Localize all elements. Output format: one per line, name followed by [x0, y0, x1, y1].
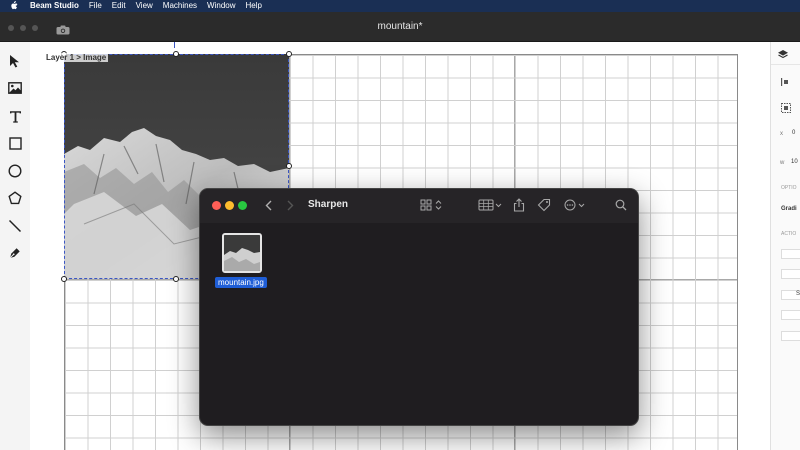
action-button-3[interactable]: S	[781, 290, 800, 300]
menu-machines[interactable]: Machines	[163, 0, 197, 12]
resize-handle-bottom[interactable]	[173, 276, 179, 282]
pen-icon[interactable]	[6, 244, 24, 262]
ellipse-icon[interactable]	[6, 162, 24, 180]
line-icon[interactable]	[6, 217, 24, 235]
menu-app-name[interactable]: Beam Studio	[30, 0, 79, 12]
resize-handle-bottom-left[interactable]	[61, 276, 67, 282]
window-titlebar: mountain*	[0, 12, 800, 42]
menu-file[interactable]: File	[89, 0, 102, 12]
cursor-icon[interactable]	[6, 52, 24, 70]
w-value[interactable]: 10	[791, 159, 798, 165]
apple-icon[interactable]	[10, 0, 22, 12]
resize-handle-top-right[interactable]	[286, 51, 292, 57]
text-icon[interactable]	[6, 107, 24, 125]
left-toolbar	[0, 42, 30, 450]
action-button-4[interactable]	[781, 310, 800, 320]
menu-help[interactable]: Help	[246, 0, 262, 12]
rotate-handle[interactable]	[174, 42, 178, 48]
w-label: w	[780, 160, 785, 166]
group-by-icon[interactable]	[478, 198, 504, 212]
more-actions-icon[interactable]	[564, 198, 588, 212]
finder-minimize-button[interactable]	[225, 201, 234, 210]
right-panel: x 0 w 10 OPTIO Gradi ACTIO S	[770, 42, 800, 450]
action-button-1[interactable]	[781, 249, 800, 259]
align-icon[interactable]	[781, 74, 791, 92]
group-icon[interactable]	[781, 100, 791, 118]
image-icon[interactable]	[6, 79, 24, 97]
action-button-2[interactable]	[781, 269, 800, 279]
menu-edit[interactable]: Edit	[112, 0, 126, 12]
window-title: mountain*	[377, 21, 423, 32]
resize-handle-right[interactable]	[286, 163, 292, 169]
finder-close-button[interactable]	[212, 201, 221, 210]
menu-view[interactable]: View	[136, 0, 153, 12]
layer-breadcrumb: Layer 1 > Image	[44, 53, 109, 62]
menu-window[interactable]: Window	[207, 0, 235, 12]
rectangle-icon[interactable]	[6, 134, 24, 152]
resize-handle-top[interactable]	[173, 51, 179, 57]
polygon-icon[interactable]	[6, 189, 24, 207]
icon-view-icon[interactable]	[420, 198, 444, 212]
actions-heading: ACTIO	[781, 231, 797, 237]
finder-toolbar: Sharpen	[200, 189, 638, 223]
x-value[interactable]: 0	[792, 130, 795, 136]
share-icon[interactable]	[513, 198, 525, 212]
tag-icon[interactable]	[537, 198, 551, 212]
back-icon[interactable]	[262, 198, 274, 212]
finder-title: Sharpen	[308, 199, 349, 210]
action-button-5[interactable]	[781, 331, 800, 341]
finder-zoom-button[interactable]	[238, 201, 247, 210]
file-name-label[interactable]: mountain.jpg	[215, 277, 267, 288]
forward-icon[interactable]	[284, 198, 296, 212]
finder-window: Sharpen mountain.jpg	[199, 188, 639, 426]
file-thumbnail[interactable]	[222, 233, 262, 273]
panel-divider	[771, 64, 800, 65]
menu-bar: Beam Studio File Edit View Machines Wind…	[0, 0, 800, 12]
options-heading: OPTIO	[781, 185, 797, 191]
x-label: x	[780, 131, 783, 137]
search-icon[interactable]	[615, 198, 627, 212]
action-button-3-label: S	[796, 291, 800, 297]
gradient-label: Gradi	[781, 206, 797, 212]
